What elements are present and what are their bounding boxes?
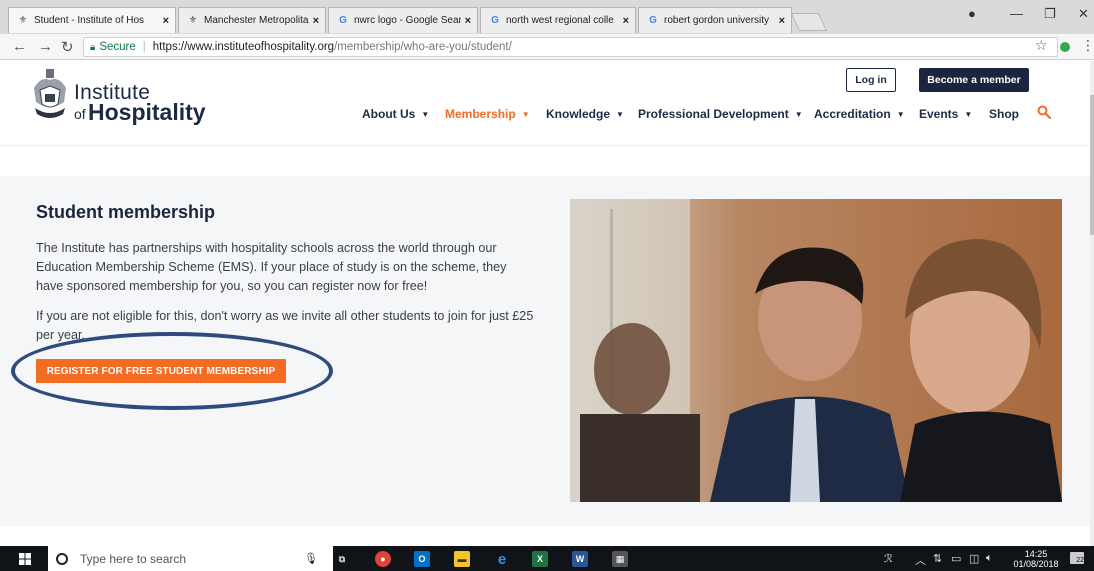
url-host: https://www.instituteofhospitality.org [152, 41, 335, 53]
clock-time: 14:25 [1024, 549, 1048, 559]
google-icon: G [649, 15, 657, 26]
google-icon: G [339, 15, 347, 26]
new-tab-button[interactable] [790, 13, 828, 31]
chevron-down-icon: ▼ [964, 110, 973, 119]
browser-tab-2[interactable]: ⚜ Manchester Metropolitar × [178, 7, 326, 33]
tab-title: Manchester Metropolitar [204, 15, 309, 26]
secure-label: Secure [99, 41, 136, 53]
chevron-down-icon: ▼ [421, 110, 430, 119]
nav-about-us[interactable]: About Us ▼ [362, 107, 429, 121]
close-icon[interactable]: × [313, 15, 319, 27]
nav-label: Events [919, 107, 959, 121]
students-photo [570, 199, 1062, 502]
browser-tab-1[interactable]: ⚜ Student - Institute of Hos × [8, 7, 176, 33]
reload-icon[interactable]: ↻ [61, 38, 74, 56]
browser-tab-4[interactable]: G north west regional colle × [480, 7, 636, 33]
browser-tab-3[interactable]: G nwrc logo - Google Searc × [328, 7, 478, 33]
nav-label: Shop [989, 107, 1019, 121]
lock-icon: 🔒︎ [90, 41, 96, 53]
microphone-icon[interactable]: 🎙︎ [304, 552, 318, 565]
file-explorer-icon[interactable]: ▬ [454, 551, 470, 567]
page-title: Student membership [36, 202, 216, 222]
close-icon[interactable]: × [623, 15, 629, 27]
close-icon[interactable]: × [163, 15, 169, 27]
taskbar-clock[interactable]: 14:25 01/08/2018 [1012, 549, 1060, 569]
taskbar-search[interactable]: Type here to search [48, 546, 333, 571]
logo-text-of: of [74, 106, 86, 122]
wifi-icon[interactable]: ◫ [969, 552, 979, 565]
excel-icon[interactable]: X [532, 551, 548, 567]
cortana-icon [56, 552, 68, 565]
nav-professional-development[interactable]: Professional Development ▼ [638, 107, 803, 121]
outlook-icon[interactable]: O [414, 551, 430, 567]
nav-knowledge[interactable]: Knowledge ▼ [546, 107, 624, 121]
taskbar-search-placeholder: Type here to search [80, 551, 187, 566]
highlight-ellipse-annotation [11, 332, 333, 410]
url-path: /membership/who-are-you/student/ [334, 41, 512, 53]
chevron-down-icon: ▼ [896, 110, 905, 119]
login-button[interactable]: Log in [846, 68, 896, 92]
profile-icon[interactable]: ● [968, 6, 976, 21]
address-bar[interactable]: 🔒︎ Secure | https://www.instituteofhospi… [83, 37, 1058, 57]
nav-label: Knowledge [546, 107, 611, 121]
minimize-icon[interactable]: — [1010, 6, 1023, 21]
tab-title: north west regional colle [506, 15, 614, 26]
nav-label: Accreditation [814, 107, 891, 121]
chevron-down-icon: ▼ [616, 110, 624, 119]
logo-text-hospitality: Hospitality [88, 99, 206, 125]
notification-center-icon[interactable]: 22 [1070, 552, 1084, 564]
divider: | [142, 41, 146, 53]
intro-paragraph: The Institute has partnerships with hosp… [36, 241, 507, 293]
crest-logo[interactable] [31, 68, 69, 124]
chevron-down-icon: ▼ [794, 110, 803, 119]
edge-icon[interactable]: e [494, 551, 510, 568]
nav-events[interactable]: Events ▼ [919, 107, 972, 121]
become-member-button[interactable]: Become a member [919, 68, 1029, 92]
windows-taskbar: Type here to search 🎙︎ ⧉ ● O ▬ e X W ▦ ℛ… [0, 546, 1094, 571]
windows-start-icon[interactable] [19, 553, 31, 565]
search-icon[interactable] [1037, 105, 1051, 119]
site-header: Institute of Hospitality Log in Become a… [0, 61, 1094, 146]
battery-icon[interactable]: ▭ [951, 552, 961, 565]
task-view-icon[interactable]: ⧉ [334, 551, 350, 567]
nav-label: About Us [362, 107, 416, 121]
scrollbar-thumb[interactable] [1090, 95, 1094, 235]
chevron-down-icon: ▼ [521, 110, 530, 119]
network-icon[interactable]: ⇅ [933, 552, 942, 565]
people-icon[interactable]: ℛ [884, 552, 893, 565]
nav-shop[interactable]: Shop [989, 107, 1019, 121]
nav-membership[interactable]: Membership ▼ [445, 107, 530, 121]
browser-toolbar: ← → ↻ 🔒︎ Secure | https://www.instituteo… [0, 34, 1094, 60]
nav-accreditation[interactable]: Accreditation ▼ [814, 107, 905, 121]
forward-icon[interactable]: → [38, 38, 53, 55]
volume-icon[interactable]: 🔈︎ [986, 552, 993, 565]
tab-title: Student - Institute of Hos [34, 15, 145, 26]
browser-tab-strip: ⚜ Student - Institute of Hos × ⚜ Manches… [0, 0, 1094, 34]
bookmark-star-icon[interactable]: ☆ [1035, 37, 1048, 54]
menu-icon[interactable]: ⋮ [1081, 37, 1094, 54]
back-icon[interactable]: ← [12, 38, 27, 55]
crest-icon: ⚜ [18, 15, 28, 26]
tab-title: robert gordon university [664, 15, 770, 26]
tab-title: nwrc logo - Google Searc [354, 15, 461, 26]
close-window-icon[interactable]: ✕ [1078, 6, 1089, 22]
extension-icon[interactable] [1060, 42, 1070, 52]
calculator-icon[interactable]: ▦ [612, 551, 628, 567]
close-icon[interactable]: × [779, 15, 785, 27]
crest-icon: ⚜ [188, 15, 198, 26]
google-icon: G [491, 15, 499, 26]
notification-count: 22 [1076, 557, 1084, 564]
clock-date: 01/08/2018 [1013, 559, 1059, 569]
nav-label: Professional Development [638, 107, 789, 121]
browser-tab-5[interactable]: G robert gordon university × [638, 7, 792, 33]
nav-label: Membership [445, 107, 516, 121]
word-icon[interactable]: W [572, 551, 588, 567]
chevron-up-icon[interactable]: ︿ [915, 552, 926, 568]
chrome-icon[interactable]: ● [375, 551, 391, 567]
close-icon[interactable]: × [465, 15, 471, 27]
restore-icon[interactable]: ❐ [1044, 6, 1056, 22]
